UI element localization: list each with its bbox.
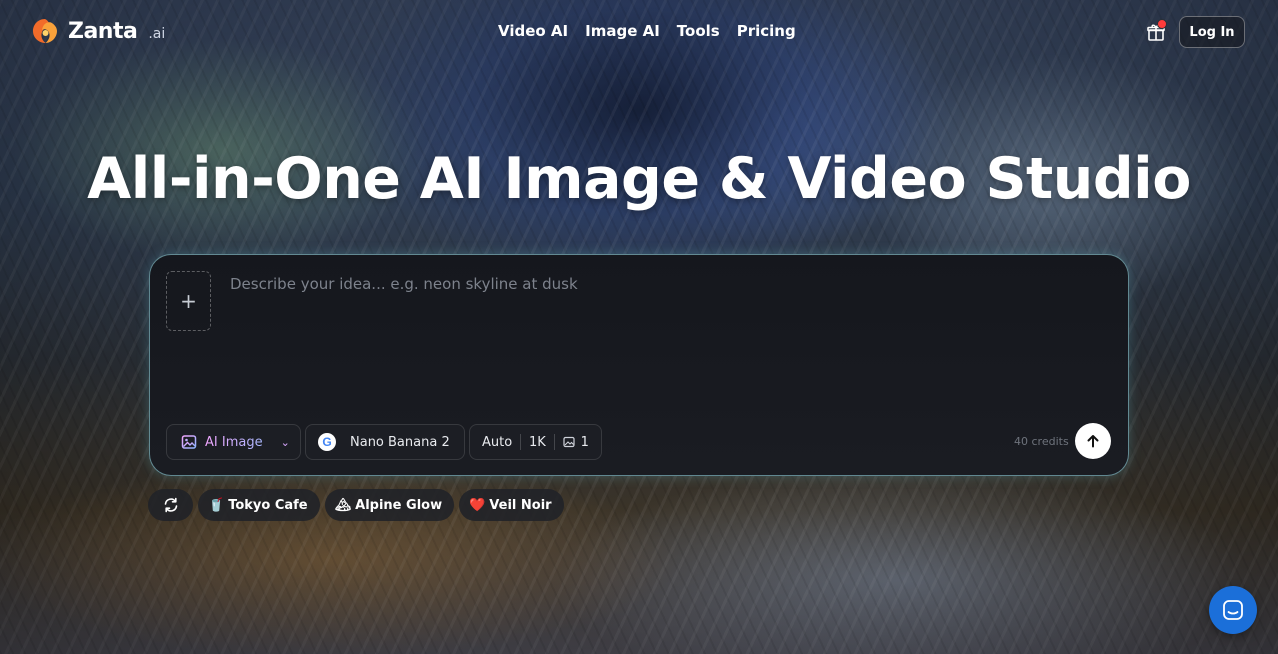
refresh-suggestions-button[interactable] [148,489,193,521]
prompt-input[interactable] [230,275,1090,415]
login-button[interactable]: Log In [1179,16,1245,48]
suggestion-label: Tokyo Cafe [228,497,308,513]
brand-logo[interactable]: Zanta .ai [30,16,165,46]
credits-label: 40 credits [1014,435,1069,448]
site-header: Zanta .ai Video AI Image AI Tools Pricin… [0,0,1278,64]
plus-icon: + [180,289,197,313]
logo-swirl-icon [33,19,57,43]
nav-image-ai[interactable]: Image AI [585,22,660,40]
suggestion-chip-alpine-glow[interactable]: 🏔 Alpine Glow [324,489,455,521]
image-count: 1 [563,435,589,450]
brand-suffix: .ai [148,26,166,42]
suggestion-chip-tokyo-cafe[interactable]: 🥤 Tokyo Cafe [198,489,320,521]
image-count-value: 1 [580,434,589,450]
model-selector[interactable]: G Nano Banana 2 [305,424,465,460]
generate-button[interactable] [1075,423,1111,459]
divider [520,434,522,450]
brand-name: Zanta [68,18,138,44]
chat-support-button[interactable] [1209,586,1257,634]
suggestion-label: Alpine Glow [355,497,443,513]
resolution-value: 1K [529,434,546,450]
suggestion-chips: 🥤 Tokyo Cafe 🏔 Alpine Glow ❤️ Veil Noir [148,489,564,521]
hero-title: All-in-One AI Image & Video Studio [87,146,1191,212]
upload-button[interactable]: + [166,271,211,331]
refresh-icon [164,497,177,513]
mountain-icon: 🏔 [334,497,352,513]
nav-video-ai[interactable]: Video AI [498,22,568,40]
divider [553,434,555,450]
model-label: Nano Banana 2 [350,434,450,450]
suggestion-label: Veil Noir [489,497,552,513]
notification-dot [1157,19,1167,29]
mode-label: AI Image [205,434,263,450]
arrow-up-icon [1087,435,1099,448]
cup-icon: 🥤 [208,497,225,513]
suggestion-chip-veil-noir[interactable]: ❤️ Veil Noir [459,489,564,521]
chevron-down-icon: ⌄ [280,435,290,449]
mode-selector[interactable]: AI Image ⌄ [166,424,301,460]
nav-tools[interactable]: Tools [677,22,720,40]
nav-pricing[interactable]: Pricing [737,22,796,40]
main-nav: Video AI Image AI Tools Pricing [498,22,796,40]
google-icon: G [318,433,336,451]
chat-icon [1223,600,1243,620]
image-count-icon [563,436,575,448]
heart-icon: ❤️ [469,497,486,513]
aspect-ratio-value: Auto [482,434,513,450]
prompt-card: + AI Image ⌄ G Nano Banana 2 Auto 1K 1 4… [149,254,1129,476]
image-icon [181,435,197,449]
generation-settings[interactable]: Auto 1K 1 [469,424,602,460]
